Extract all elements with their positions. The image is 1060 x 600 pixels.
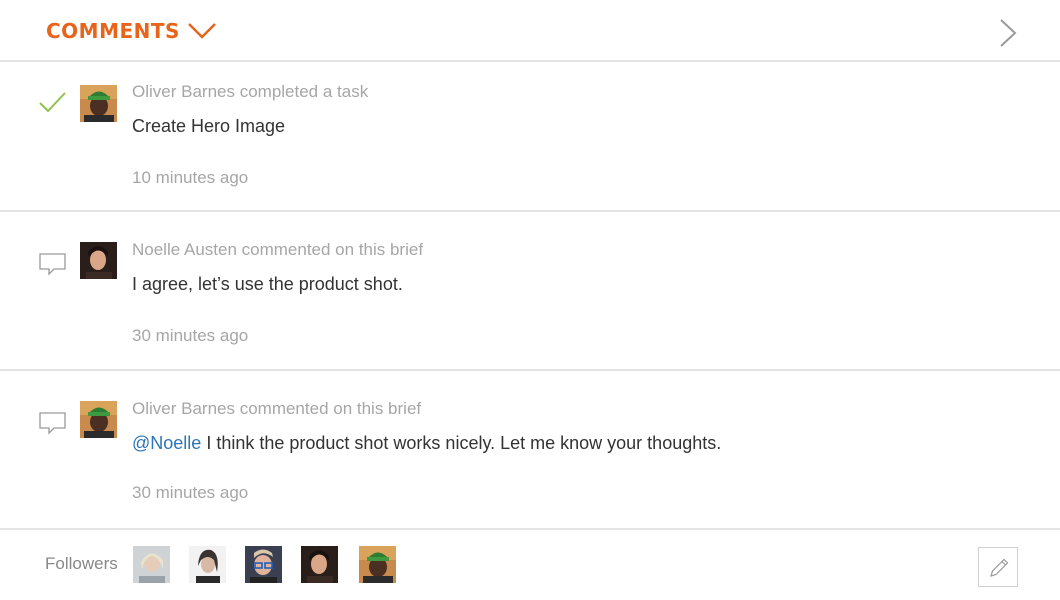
edit-button[interactable] <box>978 547 1018 587</box>
avatar[interactable] <box>80 242 117 279</box>
chevron-right-icon[interactable] <box>998 18 1018 48</box>
activity-meta: Oliver Barnes commented on this brief <box>132 399 422 418</box>
task-name[interactable]: Create Hero Image <box>132 116 285 137</box>
activity-item: Noelle Austen commented on this brief I … <box>0 212 1060 371</box>
comment-text: I agree, let’s use the product shot. <box>132 274 403 294</box>
avatar[interactable] <box>80 401 117 438</box>
timestamp: 30 minutes ago <box>132 483 249 502</box>
followers-label: Followers <box>45 554 118 573</box>
follower-avatar[interactable] <box>359 546 396 583</box>
activity-item: Oliver Barnes commented on this brief @N… <box>0 371 1060 530</box>
chevron-down-icon[interactable] <box>188 22 216 40</box>
comments-title: COMMENTS <box>46 19 180 43</box>
timestamp: 30 minutes ago <box>132 326 249 345</box>
followers-bar: Followers <box>0 530 1060 600</box>
mention-link[interactable]: @Noelle <box>132 433 201 453</box>
follower-avatar[interactable] <box>301 546 338 583</box>
follower-avatar[interactable] <box>133 546 170 583</box>
comment-body: I think the product shot works nicely. L… <box>201 433 722 453</box>
activity-item: Oliver Barnes completed a task Create He… <box>0 62 1060 212</box>
activity-meta: Noelle Austen commented on this brief <box>132 240 424 259</box>
activity-meta: Oliver Barnes completed a task <box>132 82 369 101</box>
comment-icon <box>38 409 68 435</box>
follower-avatar[interactable] <box>245 546 282 583</box>
checkmark-icon <box>38 90 68 116</box>
comment-text: @Noelle I think the product shot works n… <box>132 433 721 454</box>
comments-header: COMMENTS <box>0 0 1060 62</box>
timestamp: 10 minutes ago <box>132 168 249 187</box>
follower-avatar[interactable] <box>189 546 226 583</box>
comment-icon <box>38 250 68 276</box>
avatar[interactable] <box>80 85 117 122</box>
